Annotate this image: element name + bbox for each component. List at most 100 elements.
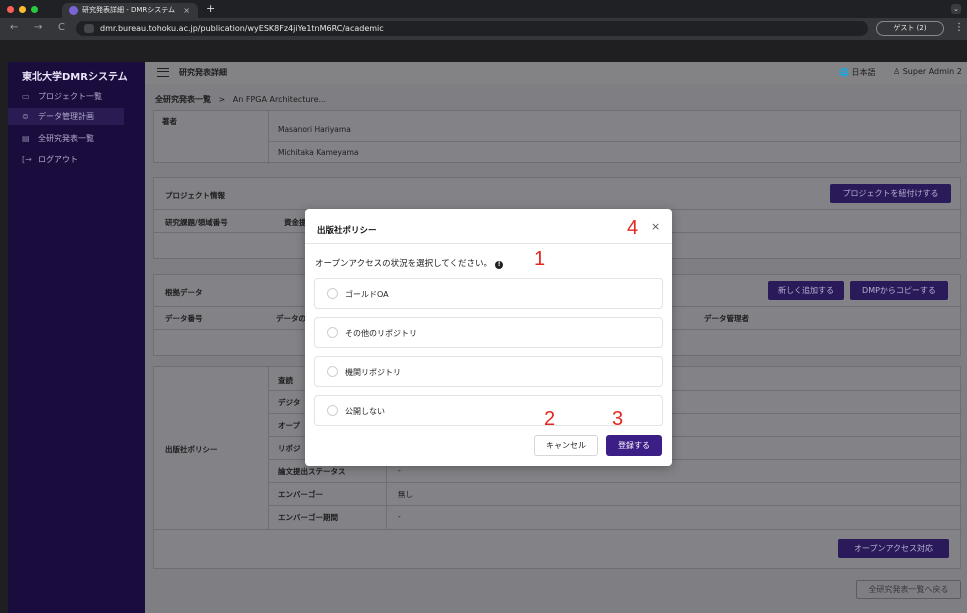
project-section-title: プロジェクト情報: [165, 191, 225, 200]
annotation-marker-1: 1: [534, 248, 546, 270]
tab-search-button[interactable]: ⌄: [951, 4, 961, 14]
option-label: ゴールドOA: [345, 290, 389, 299]
radio-button[interactable]: [327, 405, 338, 416]
info-icon[interactable]: !: [495, 261, 504, 269]
modal-prompt: オープンアクセスの状況を選択してください。!: [315, 257, 504, 269]
link-project-button[interactable]: プロジェクトを紐付けする: [830, 184, 951, 203]
copy-from-dmp-button[interactable]: DMPからコピーする: [850, 281, 948, 300]
evidence-section-title: 根拠データ: [165, 288, 203, 297]
logout-icon: [→: [22, 155, 32, 164]
breadcrumb-current: An FPGA Architecture...: [232, 95, 327, 104]
maximize-window-button[interactable]: [31, 6, 38, 13]
brand-title: 東北大学DMRシステム: [22, 72, 128, 83]
modal-title: 出版社ポリシー: [317, 226, 377, 236]
radio-button[interactable]: [327, 288, 338, 299]
sidebar-item-label: ログアウト: [38, 155, 78, 164]
browser-tab[interactable]: 研究発表詳細 - DMRシステム ×: [62, 3, 198, 18]
sidebar-item-label: 全研究発表一覧: [38, 134, 94, 143]
sidebar-item-projects[interactable]: ▭ プロジェクト一覧: [8, 88, 145, 105]
minimize-window-button[interactable]: [19, 6, 26, 13]
option-label: 公開しない: [345, 407, 385, 416]
url-text: dmr.bureau.tohoku.ac.jp/publication/wyES…: [100, 24, 384, 33]
option-institutional-repository[interactable]: 機関リポジトリ: [314, 356, 663, 387]
evidence-col-header: データ番号: [165, 314, 203, 323]
project-col-header: 資金提: [284, 218, 307, 227]
page-title: 研究発表詳細: [179, 68, 227, 77]
close-window-button[interactable]: [7, 6, 14, 13]
breadcrumb-root-link[interactable]: 全研究発表一覧: [155, 95, 211, 104]
option-not-public[interactable]: 公開しない: [314, 395, 663, 426]
policy-key: 論文提出ステータス: [278, 467, 346, 476]
policy-value: 無し: [398, 490, 413, 499]
policy-value: -: [398, 512, 401, 521]
option-other-repository[interactable]: その他のリポジトリ: [314, 317, 663, 348]
browser-address-bar: ← → C dmr.bureau.tohoku.ac.jp/publicatio…: [0, 18, 967, 40]
radio-button[interactable]: [327, 327, 338, 338]
divider: [268, 482, 962, 483]
browser-menu-icon[interactable]: ⋮: [954, 22, 964, 33]
policy-section-label: 出版社ポリシー: [165, 445, 218, 454]
radio-button[interactable]: [327, 366, 338, 377]
divider: [268, 141, 962, 142]
evidence-col-header: データの: [276, 314, 306, 323]
policy-key: 査読: [278, 376, 293, 385]
policy-value: -: [398, 466, 401, 475]
prompt-text: オープンアクセスの状況を選択してください。: [315, 259, 493, 269]
sidebar-item-publications[interactable]: ▤ 全研究発表一覧: [8, 130, 145, 147]
forward-button[interactable]: →: [34, 22, 42, 33]
language-selector[interactable]: 🌐 日本語: [839, 67, 876, 78]
sidebar-item-dmp[interactable]: ⊜ データ管理計画: [8, 108, 124, 125]
new-tab-button[interactable]: +: [206, 2, 215, 15]
authors-label: 著者: [162, 117, 177, 126]
cancel-button[interactable]: キャンセル: [534, 435, 598, 456]
sidebar-item-logout[interactable]: [→ ログアウト: [8, 151, 145, 168]
database-icon: ⊜: [22, 112, 29, 121]
open-access-button[interactable]: オープンアクセス対応: [838, 539, 949, 558]
add-evidence-button[interactable]: 新しく追加する: [768, 281, 844, 300]
option-gold-oa[interactable]: ゴールドOA: [314, 278, 663, 309]
reload-button[interactable]: C: [58, 22, 65, 33]
policy-key: デジタ: [278, 398, 301, 407]
annotation-marker-2: 2: [544, 408, 556, 430]
evidence-col-header: データ管理者: [704, 314, 749, 323]
author-name: Masanori Hariyama: [278, 125, 351, 134]
policy-key: リポジ: [278, 444, 301, 453]
page-header: 研究発表詳細 🌐 日本語 ♙ Super Admin 2: [145, 62, 967, 84]
policy-key: エンバーゴー期間: [278, 513, 338, 522]
authors-card: 著者 Masanori Hariyama Michitaka Kameyama: [153, 110, 962, 164]
divider: [268, 111, 269, 164]
guest-label: ゲスト (2): [893, 24, 927, 32]
tab-title: 研究発表詳細 - DMRシステム: [82, 6, 176, 14]
breadcrumb-separator: >: [218, 95, 226, 104]
menu-icon[interactable]: [157, 68, 169, 77]
back-button[interactable]: ←: [10, 22, 18, 33]
language-label: 日本語: [851, 68, 876, 77]
back-to-list-button[interactable]: 全研究発表一覧へ戻る: [856, 580, 961, 599]
divider: [154, 529, 962, 530]
site-info-icon[interactable]: [84, 24, 94, 33]
url-input[interactable]: dmr.bureau.tohoku.ac.jp/publication/wyES…: [76, 21, 868, 36]
close-icon[interactable]: ×: [651, 220, 660, 233]
guest-profile-button[interactable]: ゲスト (2): [876, 21, 944, 36]
document-icon: ▤: [22, 134, 30, 143]
sidebar-item-label: プロジェクト一覧: [38, 92, 102, 101]
browser-tab-bar: 研究発表詳細 - DMRシステム × + ⌄: [0, 0, 967, 18]
project-col-header: 研究課題/領域番号: [165, 218, 228, 227]
user-name: Super Admin 2: [902, 67, 962, 76]
modal-divider: [305, 243, 672, 244]
submit-button[interactable]: 登録する: [606, 435, 662, 456]
tab-close-icon[interactable]: ×: [183, 3, 190, 18]
policy-key: エンバーゴー: [278, 490, 323, 499]
option-label: その他のリポジトリ: [345, 329, 417, 338]
annotation-marker-3: 3: [612, 408, 624, 430]
project-icon: ▭: [22, 92, 30, 101]
divider: [268, 505, 962, 506]
breadcrumb: 全研究発表一覧 > An FPGA Architecture...: [155, 94, 326, 105]
user-menu[interactable]: ♙ Super Admin 2: [893, 67, 962, 76]
author-name: Michitaka Kameyama: [278, 148, 359, 157]
policy-key: オープ: [278, 421, 301, 430]
favicon-icon: [69, 6, 78, 15]
sidebar-item-label: データ管理計画: [38, 112, 94, 121]
sidebar: 東北大学DMRシステム ▭ プロジェクト一覧 ⊜ データ管理計画 ▤ 全研究発表一覧 …: [8, 62, 145, 613]
option-label: 機関リポジトリ: [345, 368, 401, 377]
